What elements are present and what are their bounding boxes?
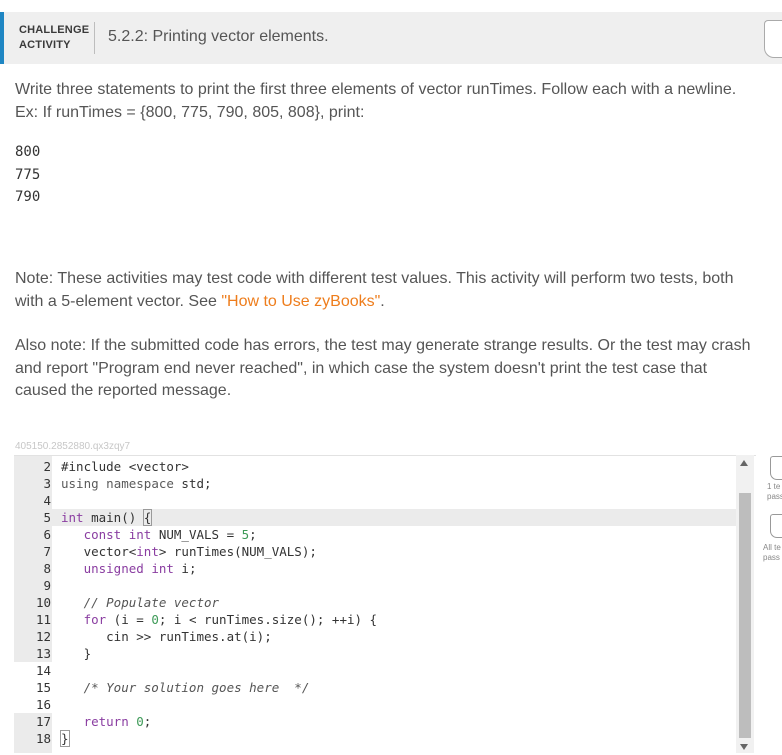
code-line-active[interactable]: 5 int main() { [14,509,736,526]
completion-checkbox[interactable] [764,20,782,58]
code-line[interactable]: 12 cin >> runTimes.at(i); [14,628,736,645]
code-text: int main() { [61,509,153,526]
test-1-status: 1 te pass [767,482,782,501]
example-output-line: 800 [15,144,41,160]
code-line[interactable]: 7 vector<int> runTimes(NUM_VALS); [14,543,736,560]
scroll-up-arrow-icon[interactable] [740,460,748,466]
code-editor[interactable]: 2 #include <vector> 3 using namespace std;… [14,455,756,753]
header-divider [94,22,95,54]
note-paragraph: Note: These activities may test code wit… [15,270,734,310]
code-text: using namespace std; [61,476,212,491]
code-text: // Populate vector [61,595,220,610]
code-text: unsigned int i; [83,561,197,576]
editor-scrollbar[interactable] [736,455,754,753]
code-line[interactable]: 2 #include <vector> [14,458,736,475]
code-text: } [61,646,92,661]
instructions-prompt: Write three statements to print the firs… [15,81,737,121]
code-line[interactable]: 13 } [14,645,736,662]
code-text: cin >> runTimes.at(i); [61,629,272,644]
example-output: 800 775 790 [15,141,40,209]
code-text: const int NUM_VALS = 5; [83,527,257,542]
activity-type-label: CHALLENGE ACTIVITY [19,24,90,51]
code-text: return 0; [83,714,152,729]
code-line[interactable]: 9 [14,577,736,594]
code-line[interactable]: 16 [14,696,736,713]
code-line[interactable]: 14 [14,662,736,679]
code-line[interactable]: 3 using namespace std; [14,475,736,492]
all-tests-status: All te pass [763,543,781,562]
scrollbar-thumb[interactable] [739,493,751,738]
example-output-line: 775 [15,166,41,183]
code-text: vector<int> runTimes(NUM_VALS); [61,544,317,559]
all-tests-checkbox [770,514,782,538]
editor-lines[interactable]: 2 #include <vector> 3 using namespace std;… [14,458,736,747]
code-text: #include <vector> [61,459,189,474]
code-line[interactable]: 6 const int NUM_VALS = 5; [14,526,736,543]
code-line[interactable]: 11 for (i = 0; i < runTimes.size(); ++i)… [14,611,736,628]
also-note-paragraph: Also note: If the submitted code has err… [15,337,751,399]
example-output-line: 790 [15,189,41,205]
code-text: /* Your solution goes here */ [61,680,310,695]
code-text: for (i = 0; i < runTimes.size(); ++i) { [83,612,378,627]
header-accent-bar [0,12,4,64]
code-text: } [60,730,70,747]
scroll-down-arrow-icon[interactable] [740,744,748,750]
code-line[interactable]: 15 /* Your solution goes here */ [14,679,736,696]
code-line[interactable]: 8 unsigned int i; [14,560,736,577]
code-line[interactable]: 18} [14,730,736,747]
code-line[interactable]: 17 return 0; [14,713,736,730]
activity-header: CHALLENGE ACTIVITY 5.2.2: Printing vecto… [0,12,782,64]
code-line[interactable]: 4 [14,492,736,509]
activity-title: 5.2.2: Printing vector elements. [108,28,329,45]
how-to-use-zybooks-link[interactable]: "How to Use zyBooks" [221,293,380,310]
code-line[interactable]: 10 // Populate vector [14,594,736,611]
challenge-id: 405150.2852880.qx3zqy7 [15,441,131,452]
test-1-checkbox [770,456,782,480]
